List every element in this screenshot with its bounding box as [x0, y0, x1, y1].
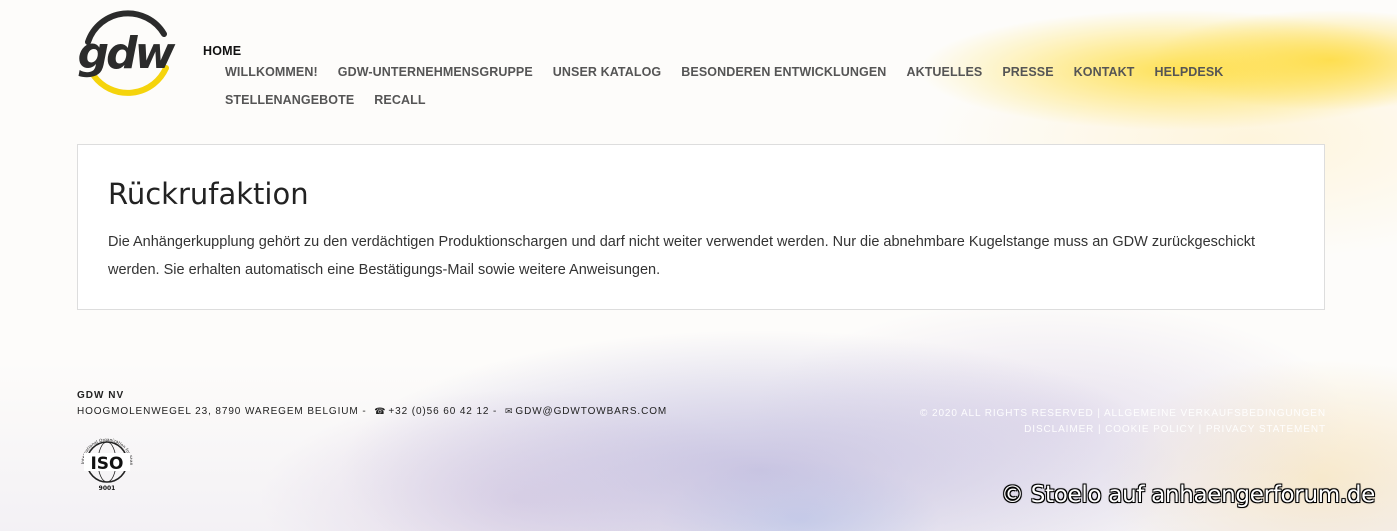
nav-item-aktuelles[interactable]: AKTUELLES	[906, 64, 982, 80]
footer-legal: © 2020 ALL RIGHTS RESERVED | ALLGEMEINE …	[920, 406, 1326, 438]
footer-contact: GDW NV HOOGMOLENWEGEL 23, 8790 WAREGEM B…	[77, 390, 667, 417]
recall-message: Die Anhängerkupplung gehört zu den verdä…	[108, 234, 1255, 278]
footer-rights-links[interactable]: © 2020 ALL RIGHTS RESERVED | ALLGEMEINE …	[920, 408, 1326, 419]
nav-item-recall[interactable]: RECALL	[374, 92, 425, 108]
main-navigation: WILLKOMMEN! GDW-UNTERNEHMENSGRUPPE UNSER…	[225, 64, 1325, 108]
phone-link[interactable]: +32 (0)56 60 42 12 -	[388, 406, 497, 417]
contact-line: HOOGMOLENWEGEL 23, 8790 WAREGEM BELGIUM …	[77, 406, 667, 417]
nav-item-stellenangebote[interactable]: STELLENANGEBOTE	[225, 92, 354, 108]
footer-policy-links[interactable]: DISCLAIMER | COOKIE POLICY | PRIVACY STA…	[1024, 424, 1326, 435]
iso-9001-badge: International Organization for Standardi…	[74, 428, 134, 492]
nav-home[interactable]: HOME	[203, 44, 241, 58]
phone-icon: ☎	[374, 406, 387, 416]
logo-wordmark: gdw	[78, 28, 176, 79]
email-link[interactable]: GDW@GDWTOWBARS.COM	[515, 406, 667, 417]
watermark-text: © Stoelo auf anhaengerforum.de	[1001, 482, 1375, 508]
mail-icon: ✉	[504, 406, 514, 416]
nav-item-entwicklungen[interactable]: BESONDEREN ENTWICKLUNGEN	[681, 64, 886, 80]
nav-item-unternehmensgruppe[interactable]: GDW-UNTERNEHMENSGRUPPE	[338, 64, 533, 80]
nav-item-katalog[interactable]: UNSER KATALOG	[553, 64, 661, 80]
page-title: Rückrufaktion	[108, 177, 309, 211]
gdw-logo[interactable]: gdw	[70, 2, 182, 98]
company-name: GDW NV	[77, 390, 125, 401]
iso-number: 9001	[99, 485, 116, 492]
address-text: HOOGMOLENWEGEL 23, 8790 WAREGEM BELGIUM …	[77, 406, 367, 417]
nav-item-helpdesk[interactable]: HELPDESK	[1155, 64, 1224, 80]
nav-item-kontakt[interactable]: KONTAKT	[1074, 64, 1135, 80]
nav-item-presse[interactable]: PRESSE	[1002, 64, 1053, 80]
iso-label: ISO	[90, 454, 123, 474]
content-card: Rückrufaktion Die Anhängerkupplung gehör…	[77, 144, 1325, 310]
nav-item-willkommen[interactable]: WILLKOMMEN!	[225, 64, 318, 80]
